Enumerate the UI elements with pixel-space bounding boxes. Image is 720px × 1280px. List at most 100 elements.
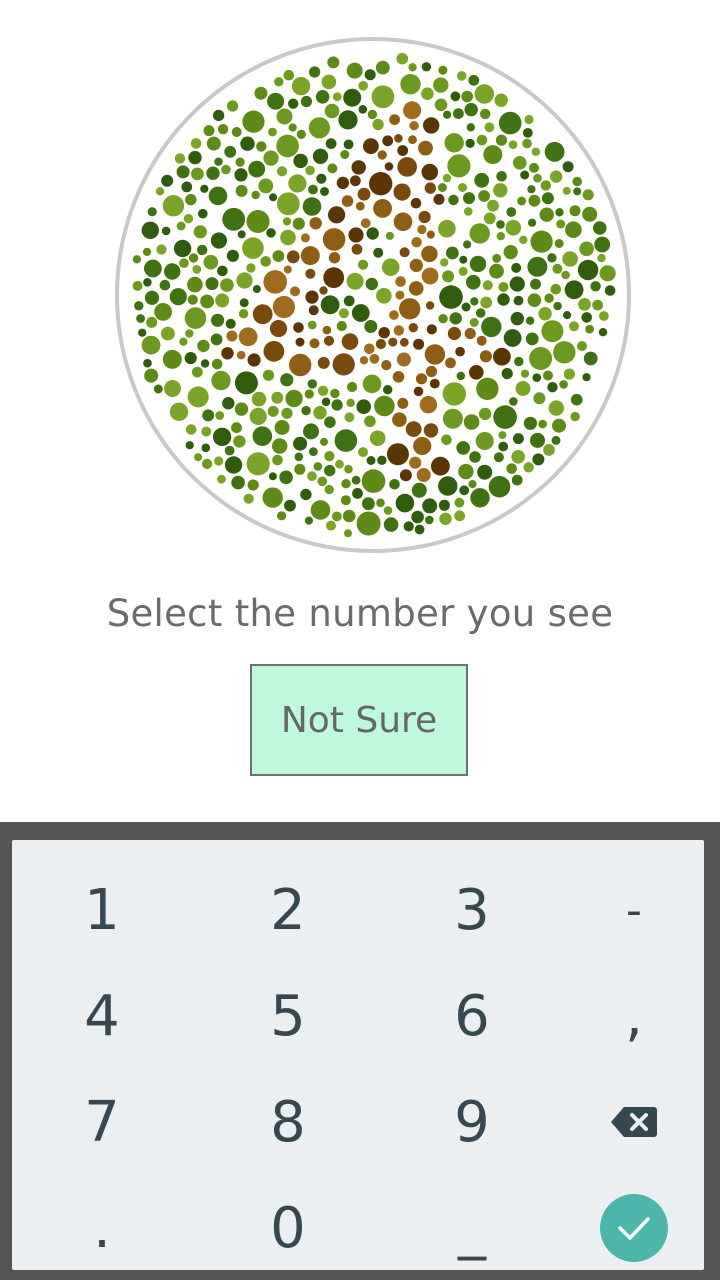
- background-dot: [522, 138, 532, 149]
- figure-dot: [290, 286, 300, 297]
- key-4[interactable]: 4: [12, 964, 192, 1068]
- background-dot: [211, 313, 225, 327]
- background-dot: [364, 69, 376, 81]
- background-dot: [249, 407, 267, 425]
- key-1[interactable]: 1: [12, 858, 192, 962]
- background-dot: [511, 450, 525, 464]
- background-dot: [519, 235, 528, 245]
- figure-dot: [364, 343, 375, 355]
- background-dot: [294, 452, 304, 462]
- background-dot: [550, 283, 562, 295]
- figure-dot: [419, 396, 438, 414]
- figure-dot: [283, 265, 292, 274]
- figure-dot: [395, 290, 405, 300]
- background-dot: [256, 141, 267, 152]
- background-dot: [200, 294, 214, 309]
- figure-dot: [445, 357, 456, 369]
- background-dot: [206, 166, 220, 180]
- key-0[interactable]: 0: [198, 1176, 378, 1280]
- key-5[interactable]: 5: [198, 964, 378, 1068]
- figure-dot: [409, 121, 419, 131]
- background-dot: [439, 512, 452, 525]
- background-dot: [547, 382, 558, 393]
- background-dot: [376, 498, 385, 508]
- background-dot: [185, 193, 197, 206]
- figure-dot: [308, 305, 319, 316]
- background-dot: [203, 125, 215, 137]
- background-dot: [214, 456, 224, 466]
- background-dot: [188, 150, 202, 165]
- background-dot: [315, 90, 330, 104]
- key-8[interactable]: 8: [198, 1070, 378, 1174]
- background-dot: [548, 400, 564, 416]
- figure-dot: [403, 101, 422, 120]
- background-dot: [476, 377, 499, 400]
- background-dot: [215, 293, 230, 308]
- key-minus[interactable]: -: [544, 858, 720, 962]
- background-dot: [294, 463, 306, 475]
- background-dot: [262, 487, 283, 508]
- background-dot: [281, 407, 293, 419]
- background-dot: [438, 476, 458, 496]
- background-dot: [280, 229, 296, 246]
- background-dot: [496, 220, 505, 229]
- numeric-keyboard: 1 2 3 - 4 5 6 , 7 8 9 . 0 _: [0, 822, 720, 1280]
- background-dot: [389, 479, 400, 490]
- key-6[interactable]: 6: [382, 964, 562, 1068]
- background-dot: [332, 511, 342, 522]
- background-dot: [254, 86, 268, 100]
- background-dot: [169, 402, 189, 421]
- background-dot: [469, 255, 487, 273]
- figure-dot: [389, 114, 400, 125]
- background-dot: [202, 458, 213, 469]
- background-dot: [543, 370, 553, 381]
- key-enter[interactable]: [544, 1176, 720, 1280]
- key-period[interactable]: .: [12, 1176, 192, 1280]
- background-dot: [222, 207, 246, 231]
- background-dot: [288, 98, 299, 109]
- background-dot: [562, 161, 574, 173]
- key-2[interactable]: 2: [198, 858, 378, 962]
- background-dot: [263, 150, 279, 166]
- figure-dot: [392, 371, 405, 383]
- figure-dot: [300, 246, 320, 266]
- background-dot: [340, 150, 350, 159]
- background-dot: [442, 382, 466, 406]
- not-sure-button[interactable]: Not Sure: [250, 664, 468, 776]
- background-dot: [527, 185, 536, 194]
- background-dot: [214, 157, 223, 166]
- background-dot: [226, 249, 239, 262]
- background-dot: [222, 397, 235, 410]
- background-dot: [234, 371, 258, 395]
- background-dot: [443, 110, 452, 119]
- figure-dot: [289, 353, 312, 377]
- background-dot: [551, 435, 561, 445]
- background-dot: [556, 219, 566, 229]
- background-dot: [208, 186, 228, 206]
- background-dot: [550, 170, 563, 183]
- background-dot: [276, 192, 300, 216]
- figure-dot: [418, 210, 431, 224]
- figure-dot: [426, 324, 437, 335]
- background-dot: [520, 369, 530, 378]
- background-dot: [277, 511, 287, 521]
- key-9[interactable]: 9: [382, 1070, 562, 1174]
- key-7[interactable]: 7: [12, 1070, 192, 1174]
- background-dot: [396, 52, 409, 65]
- background-dot: [553, 341, 576, 364]
- background-dot: [563, 311, 572, 320]
- background-dot: [347, 381, 358, 393]
- background-dot: [309, 447, 318, 456]
- figure-dot: [409, 456, 422, 469]
- key-backspace[interactable]: [544, 1070, 720, 1174]
- background-dot: [541, 192, 554, 205]
- figure-dot: [300, 233, 310, 243]
- background-dot: [454, 497, 465, 508]
- background-dot: [553, 301, 562, 311]
- key-comma[interactable]: ,: [544, 964, 720, 1068]
- background-dot: [573, 187, 582, 196]
- key-space[interactable]: _: [382, 1176, 562, 1280]
- background-dot: [421, 87, 434, 100]
- key-3[interactable]: 3: [382, 858, 562, 962]
- figure-dot: [305, 290, 319, 304]
